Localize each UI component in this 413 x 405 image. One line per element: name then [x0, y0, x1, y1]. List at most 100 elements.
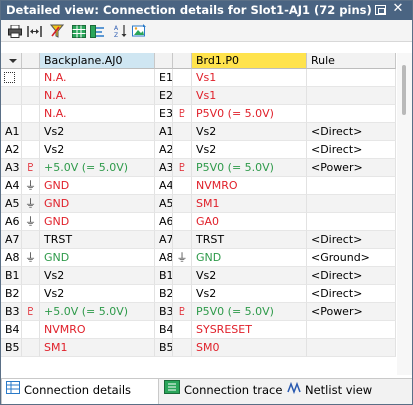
column-header-right-net[interactable]: Brd1.P0	[192, 53, 307, 69]
grid-icon[interactable]	[71, 23, 87, 39]
detailed-view-window: Detailed view: Connection details for Sl…	[0, 0, 413, 405]
row-checkbox[interactable]	[4, 72, 15, 83]
rule-cell: <Power>	[307, 159, 396, 177]
right-net-cell[interactable]: Vs2	[192, 285, 307, 303]
right-pin-cell: B2	[155, 285, 173, 303]
left-net-cell[interactable]: GND	[40, 177, 155, 195]
tab-netlist-view[interactable]: Netlist view	[283, 379, 383, 404]
table-row[interactable]: A5 ⏚ GND A5 SM1	[1, 195, 396, 213]
tab-connection-trace[interactable]: Connection trace	[160, 379, 282, 404]
left-net-cell[interactable]: NVMRO	[40, 321, 155, 339]
left-net-cell[interactable]: N.A.	[40, 69, 155, 87]
close-button[interactable]: ✕	[392, 2, 404, 15]
right-net-cell[interactable]: SYSRESET	[192, 321, 307, 339]
left-pin-cell: A7	[1, 231, 22, 249]
left-net-cell[interactable]: N.A.	[40, 87, 155, 105]
table-row[interactable]: B4 NVMRO B4 SYSRESET	[1, 321, 396, 339]
table-row[interactable]: A1 Vs2 A1 Vs2 <Direct>	[1, 123, 396, 141]
ground-symbol-icon: ⏚	[173, 249, 192, 267]
left-net-cell[interactable]: Vs2	[40, 141, 155, 159]
left-symbol-cell	[22, 123, 40, 141]
column-header-rule[interactable]: Rule	[307, 53, 396, 69]
left-net-cell[interactable]: TRST	[40, 231, 155, 249]
table-row[interactable]: B2 Vs2 B2 Vs2 <Direct>	[1, 285, 396, 303]
left-net-cell[interactable]: GND	[40, 213, 155, 231]
right-net-cell[interactable]: P5V0 (= 5.0V)	[192, 105, 307, 123]
right-net-cell[interactable]: Vs2	[192, 123, 307, 141]
left-pin-cell	[1, 105, 22, 123]
scrollbar-thumb[interactable]	[402, 65, 406, 115]
window-title: Detailed view: Connection details for Sl…	[6, 3, 372, 17]
table-row[interactable]: N.A. E1 Vs1	[1, 69, 396, 87]
right-symbol-cell	[173, 87, 192, 105]
right-symbol-cell	[173, 177, 192, 195]
right-net-cell[interactable]: Vs1	[192, 87, 307, 105]
vertical-scrollbar[interactable]	[397, 53, 412, 375]
left-pin-cell: B3	[1, 303, 22, 321]
filter-icon[interactable]	[49, 23, 65, 39]
right-symbol-cell	[173, 69, 192, 87]
table-row[interactable]: A8 ⏚ GND A8 ⏚ GND <Ground>	[1, 249, 396, 267]
table-row[interactable]: A6 ⏚ GND A6 GA0	[1, 213, 396, 231]
left-net-cell[interactable]: Vs2	[40, 123, 155, 141]
rule-cell: <Direct>	[307, 285, 396, 303]
connection-grid: Backplane.AJ0 Brd1.P0 Rule N.A. E1 Vs1 N.A.…	[1, 53, 396, 375]
rule-cell	[307, 339, 396, 357]
right-pin-cell: B4	[155, 321, 173, 339]
left-net-cell[interactable]: +5.0V (= 5.0V)	[40, 303, 155, 321]
left-pin-cell	[1, 69, 22, 87]
right-net-cell[interactable]: GA0	[192, 213, 307, 231]
left-net-cell[interactable]: Vs2	[40, 285, 155, 303]
right-net-cell[interactable]: Vs2	[192, 141, 307, 159]
right-net-cell[interactable]: Vs1	[192, 69, 307, 87]
connection-details-icon	[6, 379, 20, 401]
power-symbol-icon: ♇	[22, 303, 40, 321]
left-symbol-cell	[22, 339, 40, 357]
restore-button[interactable]	[375, 5, 386, 15]
left-net-cell[interactable]: +5.0V (= 5.0V)	[40, 159, 155, 177]
fit-columns-icon[interactable]	[26, 23, 42, 39]
right-net-cell[interactable]: NVMRO	[192, 177, 307, 195]
sort-az-icon[interactable]: AZ	[113, 23, 129, 39]
right-pin-cell: A3	[155, 159, 173, 177]
right-symbol-cell	[173, 339, 192, 357]
left-net-cell[interactable]: GND	[40, 195, 155, 213]
right-pin-cell: A4	[155, 177, 173, 195]
table-row[interactable]: A2 Vs2 A2 Vs2 <Direct>	[1, 141, 396, 159]
right-net-cell[interactable]: GND	[192, 249, 307, 267]
tab-label: Connection trace	[184, 383, 283, 397]
right-net-cell[interactable]: P5V0 (= 5.0V)	[192, 159, 307, 177]
rule-cell: <Direct>	[307, 267, 396, 285]
tab-connection-details[interactable]: Connection details	[1, 379, 159, 404]
trace-icon[interactable]	[89, 23, 105, 39]
table-row[interactable]: A4 ⏚ GND A4 NVMRO	[1, 177, 396, 195]
right-net-cell[interactable]: SM1	[192, 195, 307, 213]
left-net-cell[interactable]: GND	[40, 249, 155, 267]
table-row[interactable]: B3 ♇ +5.0V (= 5.0V) B3 ♇ P5V0 (= 5.0V) <Power>	[1, 303, 396, 321]
column-header-blank	[22, 53, 40, 69]
table-row[interactable]: B1 Vs2 B1 Vs2 <Direct>	[1, 267, 396, 285]
sort-column-header[interactable]	[1, 53, 22, 69]
left-pin-cell: A8	[1, 249, 22, 267]
table-row[interactable]: A3 ♇ +5.0V (= 5.0V) A3 ♇ P5V0 (= 5.0V) <Power>	[1, 159, 396, 177]
column-header-left-net[interactable]: Backplane.AJ0	[40, 53, 155, 69]
right-symbol-cell	[173, 321, 192, 339]
right-pin-cell: A6	[155, 213, 173, 231]
right-net-cell[interactable]: Vs2	[192, 267, 307, 285]
table-row[interactable]: A7 TRST A7 TRST <Direct>	[1, 231, 396, 249]
image-icon[interactable]	[131, 23, 147, 39]
left-net-cell[interactable]: N.A.	[40, 105, 155, 123]
power-symbol-icon: ♇	[173, 105, 192, 123]
right-net-cell[interactable]: TRST	[192, 231, 307, 249]
left-net-cell[interactable]: Vs2	[40, 267, 155, 285]
tab-label: Connection details	[24, 383, 132, 397]
ground-symbol-icon: ⏚	[22, 177, 40, 195]
left-symbol-cell	[22, 267, 40, 285]
table-row[interactable]: N.A. E2 Vs1	[1, 87, 396, 105]
right-net-cell[interactable]: P5V0 (= 5.0V)	[192, 303, 307, 321]
right-net-cell[interactable]: SM0	[192, 339, 307, 357]
table-row[interactable]: B5 SM1 B5 SM0	[1, 339, 396, 357]
left-net-cell[interactable]: SM1	[40, 339, 155, 357]
print-icon[interactable]	[7, 23, 23, 39]
table-row[interactable]: N.A. E3 ♇ P5V0 (= 5.0V)	[1, 105, 396, 123]
